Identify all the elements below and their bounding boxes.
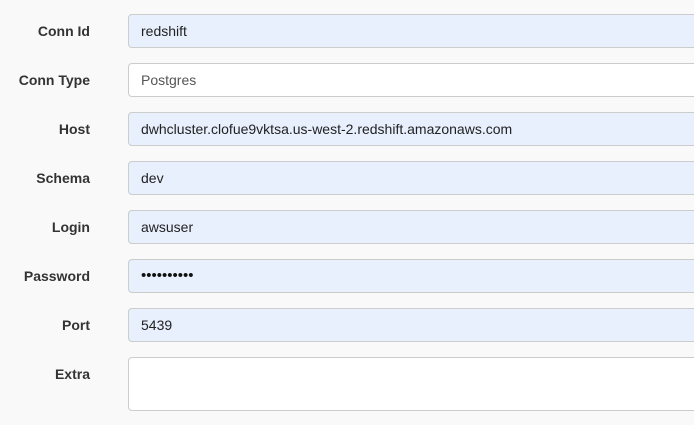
host-row: Host dwhcluster.clofue9vktsa.us-west-2.r… <box>0 112 694 146</box>
login-label: Login <box>51 219 90 235</box>
connection-form: Conn Id redshift Conn Type Postgres Host… <box>0 0 694 425</box>
login-input[interactable]: awsuser <box>128 210 694 244</box>
port-input[interactable]: 5439 <box>128 308 694 342</box>
conn-type-label: Conn Type <box>18 72 90 88</box>
conn-type-select[interactable]: Postgres <box>128 63 694 97</box>
password-input[interactable]: •••••••••• <box>128 259 694 293</box>
connection-form-viewport: Conn Id redshift Conn Type Postgres Host… <box>0 0 694 425</box>
password-label: Password <box>23 268 90 284</box>
password-row: Password •••••••••• <box>0 259 694 293</box>
port-row: Port 5439 <box>0 308 694 342</box>
conn-id-label: Conn Id <box>37 23 90 39</box>
login-row: Login awsuser <box>0 210 694 244</box>
host-label: Host <box>58 121 90 137</box>
extra-row: Extra <box>0 357 694 411</box>
port-label: Port <box>62 317 90 333</box>
schema-row: Schema dev <box>0 161 694 195</box>
extra-textarea[interactable] <box>128 357 694 411</box>
conn-type-row: Conn Type Postgres <box>0 63 694 97</box>
conn-id-row: Conn Id redshift <box>0 14 694 48</box>
host-input[interactable]: dwhcluster.clofue9vktsa.us-west-2.redshi… <box>128 112 694 146</box>
conn-id-input[interactable]: redshift <box>128 14 694 48</box>
schema-input[interactable]: dev <box>128 161 694 195</box>
schema-label: Schema <box>36 170 90 186</box>
extra-label: Extra <box>54 366 90 382</box>
